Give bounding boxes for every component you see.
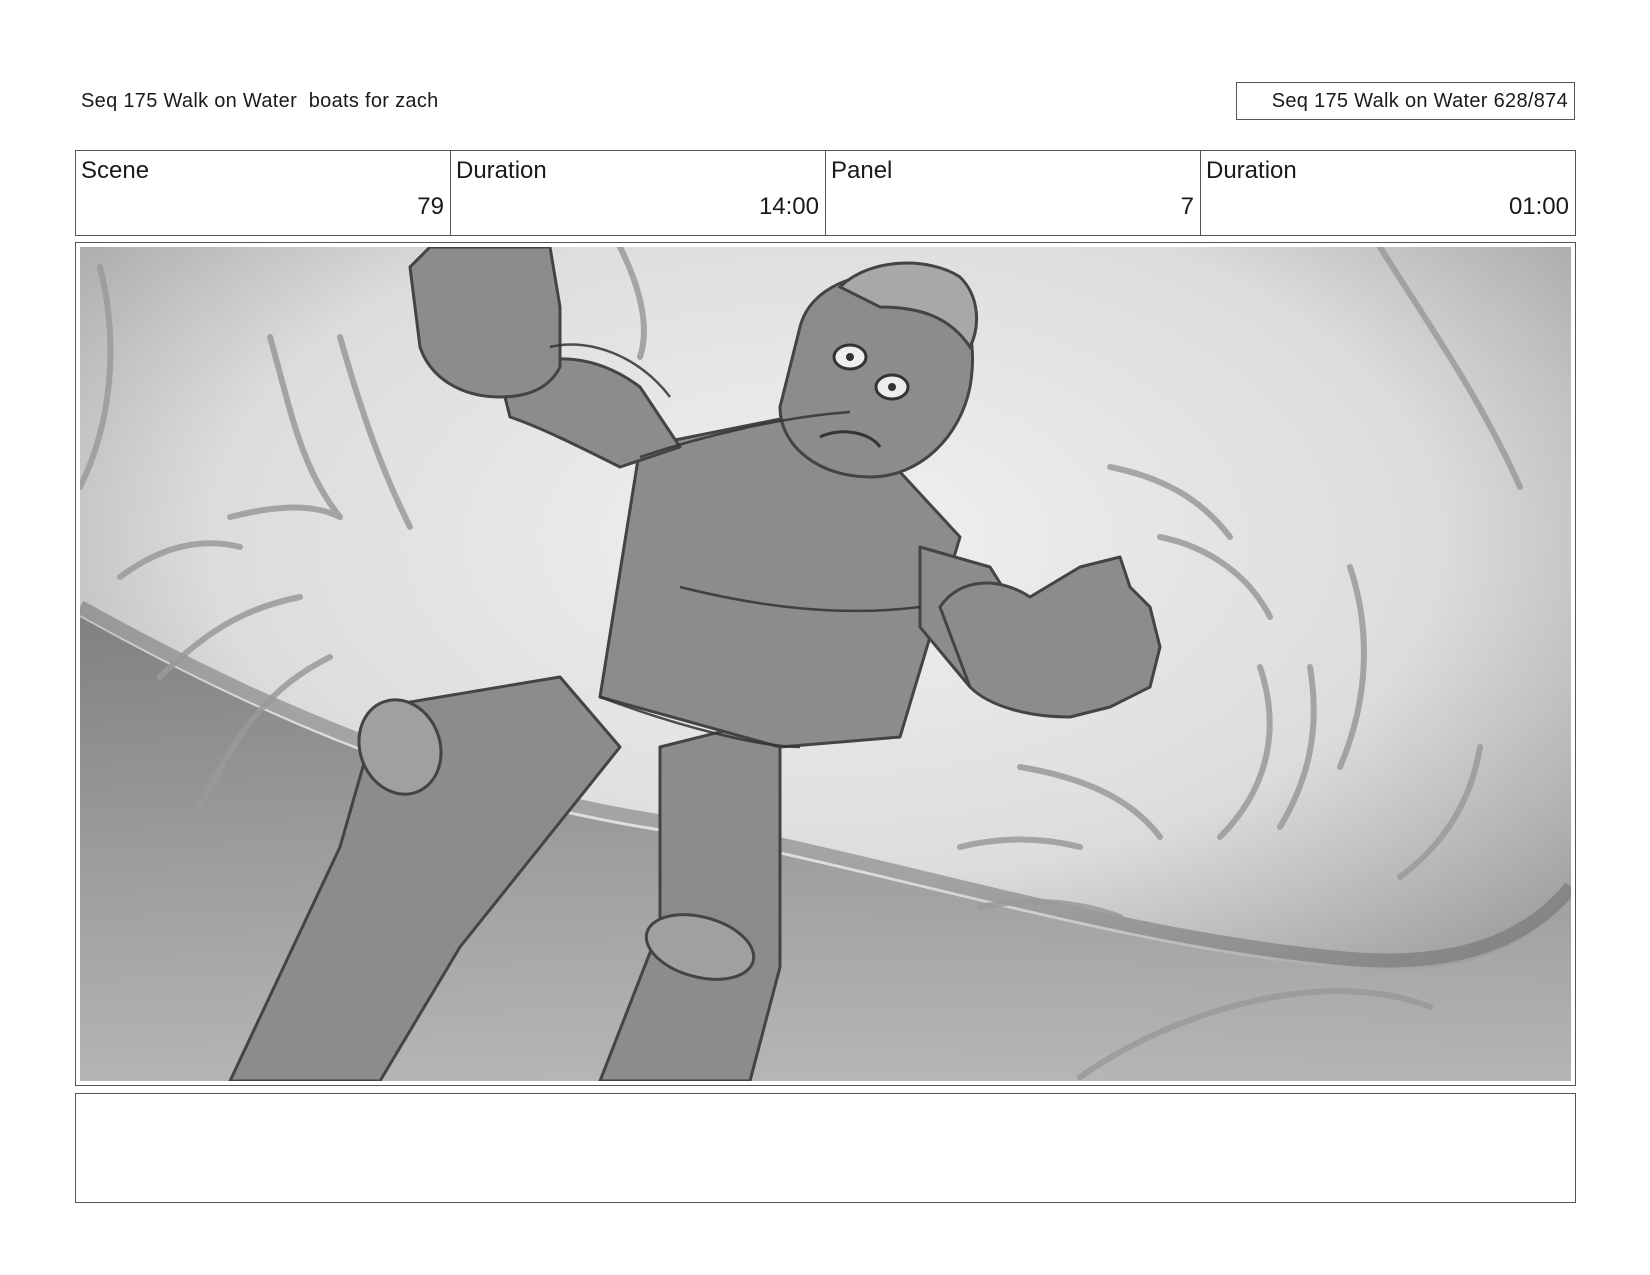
- panel-value: 7: [1180, 193, 1194, 220]
- panel-duration-label: Duration: [1206, 157, 1297, 184]
- scene-duration-cell: Duration 14:00: [451, 151, 826, 235]
- panel-duration-cell: Duration 01:00: [1201, 151, 1575, 235]
- scene-duration-label: Duration: [456, 157, 547, 184]
- scene-label: Scene: [81, 157, 150, 184]
- panel-info-table: Scene 79 Duration 14:00 Panel 7 Duration…: [75, 150, 1576, 236]
- document-title: Seq 175 Walk on Water boats for zach: [81, 90, 439, 112]
- scene-duration-value: 14:00: [758, 193, 819, 220]
- scene-value: 79: [417, 193, 444, 220]
- storyboard-panel-frame: [75, 242, 1576, 1086]
- storyboard-sketch-image: [80, 247, 1571, 1081]
- page-counter: Seq 175 Walk on Water 628/874: [1236, 82, 1575, 120]
- panel-notes-box: [75, 1093, 1576, 1203]
- scene-cell: Scene 79: [76, 151, 451, 235]
- panel-label: Panel: [831, 157, 893, 184]
- panel-duration-value: 01:00: [1508, 193, 1569, 220]
- panel-cell: Panel 7: [826, 151, 1201, 235]
- storyboard-page: Seq 175 Walk on Water boats for zach Seq…: [0, 0, 1650, 1275]
